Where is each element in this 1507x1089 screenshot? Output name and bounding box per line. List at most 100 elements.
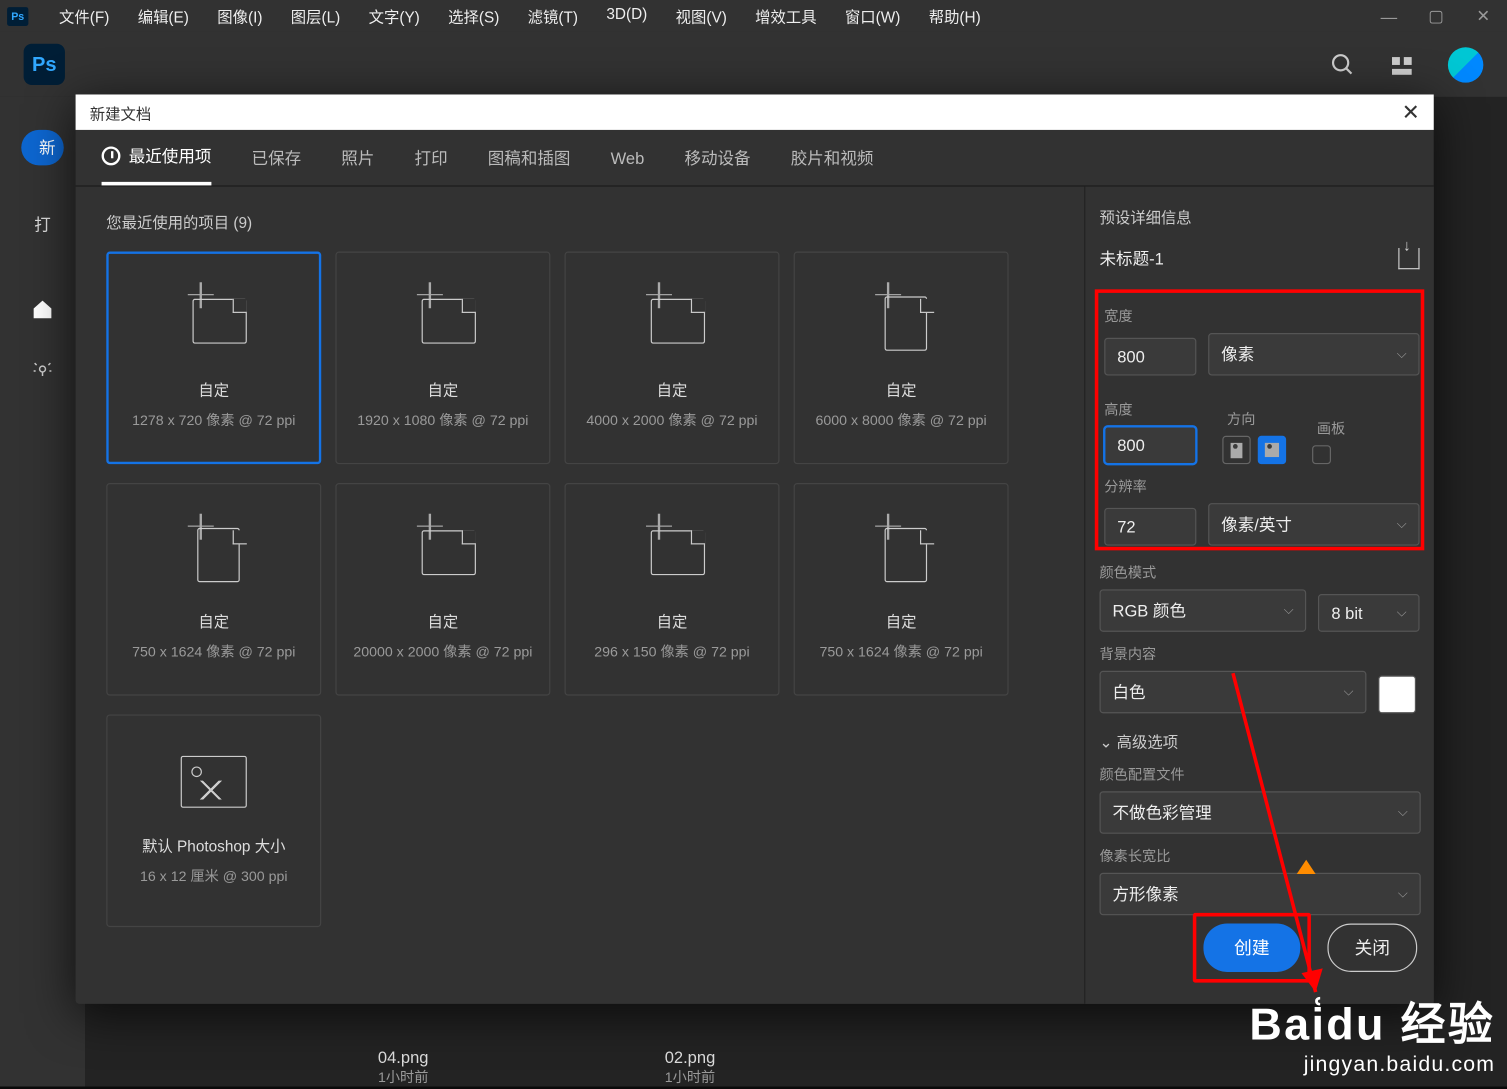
document-icon [178,518,249,583]
artboard-checkbox[interactable] [1312,445,1331,464]
resolution-label: 分辨率 [1104,476,1419,496]
width-label: 宽度 [1104,306,1419,326]
dialog-close-icon[interactable]: ✕ [1402,100,1420,125]
background-select[interactable]: 白色⌵ [1100,671,1367,714]
color-profile-label: 颜色配置文件 [1100,764,1420,784]
preset-sub: 6000 x 8000 像素 @ 72 ppi [815,409,986,429]
save-preset-icon[interactable] [1398,248,1419,269]
preset-title: 自定 [428,377,459,399]
preset-details: 预设详细信息 未标题-1 宽度 像素⌵ 高度 [1084,187,1434,1004]
minimize-icon[interactable]: — [1365,0,1412,32]
left-rail: 新 打 [0,97,85,1087]
orientation-landscape[interactable] [1258,436,1286,464]
tab-film[interactable]: 胶片和视频 [791,146,874,184]
tab-photo[interactable]: 照片 [341,146,374,184]
preset-sub: 750 x 1624 像素 @ 72 ppi [132,641,295,661]
preset-card[interactable]: 自定20000 x 2000 像素 @ 72 ppi [335,483,550,696]
color-mode-select[interactable]: RGB 颜色⌵ [1100,589,1307,632]
preset-card[interactable]: 自定296 x 150 像素 @ 72 ppi [565,483,780,696]
new-document-dialog: 新建文档 ✕ 最近使用项 已保存 照片 打印 图稿和插图 Web 移动设备 胶片… [76,94,1434,1003]
preset-sub: 16 x 12 厘米 @ 300 ppi [140,866,288,886]
preset-card[interactable]: 自定750 x 1624 像素 @ 72 ppi [794,483,1009,696]
dialog-tabs: 最近使用项 已保存 照片 打印 图稿和插图 Web 移动设备 胶片和视频 [76,130,1434,187]
width-input[interactable] [1104,338,1196,376]
recent-files-row: 04.png 1小时前 02.png 1小时前 [378,1048,715,1087]
tab-print[interactable]: 打印 [415,146,448,184]
tab-recent[interactable]: 最近使用项 [102,144,212,185]
tab-web[interactable]: Web [611,148,645,181]
open-button-partial[interactable]: 打 [34,213,51,237]
details-heading: 预设详细信息 [1100,205,1420,227]
preset-grid: 自定1278 x 720 像素 @ 72 ppi自定1920 x 1080 像素… [106,252,1053,928]
recent-file[interactable]: 02.png 1小时前 [665,1048,716,1087]
advanced-toggle[interactable]: 高级选项 [1100,730,1420,752]
avatar[interactable] [1448,47,1483,82]
tab-art[interactable]: 图稿和插图 [488,146,571,184]
preset-title: 自定 [428,609,459,631]
menu-view[interactable]: 视图(V) [661,0,741,32]
search-icon[interactable] [1330,51,1356,77]
preset-card[interactable]: 自定1278 x 720 像素 @ 72 ppi [106,252,321,465]
ps-logo-small: Ps [7,6,28,25]
unit-select[interactable]: 像素⌵ [1208,333,1419,376]
menu-window[interactable]: 窗口(W) [831,0,915,32]
preset-sub: 4000 x 2000 像素 @ 72 ppi [586,409,757,429]
pixel-aspect-select[interactable]: 方形像素⌵ [1100,873,1421,916]
artboard-label: 画板 [1317,418,1345,438]
dialog-title: 新建文档 [90,101,151,123]
home-icon[interactable] [31,298,55,328]
bit-depth-select[interactable]: 8 bit⌵ [1318,594,1419,632]
preset-card[interactable]: 自定 4000 x 2000 像素 @ 72 ppi [565,252,780,465]
menu-select[interactable]: 选择(S) [434,0,514,32]
close-icon[interactable]: ✕ [1460,0,1507,32]
titlebar: Ps 文件(F) 编辑(E) 图像(I) 图层(L) 文字(Y) 选择(S) 滤… [0,0,1507,32]
tab-saved[interactable]: 已保存 [252,146,302,184]
document-icon [407,286,478,351]
preset-title: 自定 [198,609,229,631]
menu-image[interactable]: 图像(I) [203,0,277,32]
filename-input[interactable]: 未标题-1 [1100,247,1164,271]
preset-card[interactable]: 默认 Photoshop 大小16 x 12 厘米 @ 300 ppi [106,715,321,928]
dialog-titlebar: 新建文档 ✕ [76,94,1434,129]
orientation-portrait[interactable] [1222,436,1250,464]
background-color-swatch[interactable] [1378,676,1416,714]
preset-title: 自定 [657,377,688,399]
document-icon [637,286,708,351]
tab-mobile[interactable]: 移动设备 [684,146,750,184]
preset-title: 自定 [657,609,688,631]
preset-card[interactable]: 自定 750 x 1624 像素 @ 72 ppi [106,483,321,696]
menu-edit[interactable]: 编辑(E) [124,0,204,32]
height-input[interactable] [1104,426,1196,464]
menu-help[interactable]: 帮助(H) [915,0,995,32]
maximize-icon[interactable]: ▢ [1412,0,1459,32]
preset-card[interactable]: 自定 6000 x 8000 像素 @ 72 ppi [794,252,1009,465]
menu-plugins[interactable]: 增效工具 [741,0,831,32]
presets-column: 您最近使用的项目 (9) 自定1278 x 720 像素 @ 72 ppi自定1… [76,187,1085,1004]
resolution-input[interactable] [1104,508,1196,546]
menu-layer[interactable]: 图层(L) [277,0,355,32]
preset-title: 自定 [198,377,229,399]
orientation-label: 方向 [1227,409,1286,429]
color-mode-label: 颜色模式 [1100,562,1420,582]
menu-filter[interactable]: 滤镜(T) [514,0,593,32]
resolution-unit-select[interactable]: 像素/英寸⌵ [1208,503,1419,546]
preset-card[interactable]: 自定1920 x 1080 像素 @ 72 ppi [335,252,550,465]
menubar: 文件(F) 编辑(E) 图像(I) 图层(L) 文字(Y) 选择(S) 滤镜(T… [45,0,995,32]
recent-file[interactable]: 04.png 1小时前 [378,1048,429,1087]
menu-3d[interactable]: 3D(D) [592,0,661,32]
color-profile-select[interactable]: 不做色彩管理⌵ [1100,791,1421,834]
learn-icon[interactable] [31,360,55,390]
annotation-highlight-box: 创建 [1193,913,1311,983]
ps-logo[interactable]: Ps [24,44,65,85]
menu-file[interactable]: 文件(F) [45,0,124,32]
gift-icon[interactable] [1389,51,1415,77]
menu-type[interactable]: 文字(Y) [354,0,434,32]
preset-sub: 750 x 1624 像素 @ 72 ppi [819,641,982,661]
image-icon [181,756,247,808]
new-button-partial[interactable]: 新 [21,130,64,165]
recent-label: 您最近使用的项目 (9) [106,210,1053,232]
dialog-footer: 创建 关闭 [1193,913,1417,983]
create-button[interactable]: 创建 [1203,924,1300,972]
close-button[interactable]: 关闭 [1327,924,1417,972]
preset-title: 自定 [886,377,917,399]
